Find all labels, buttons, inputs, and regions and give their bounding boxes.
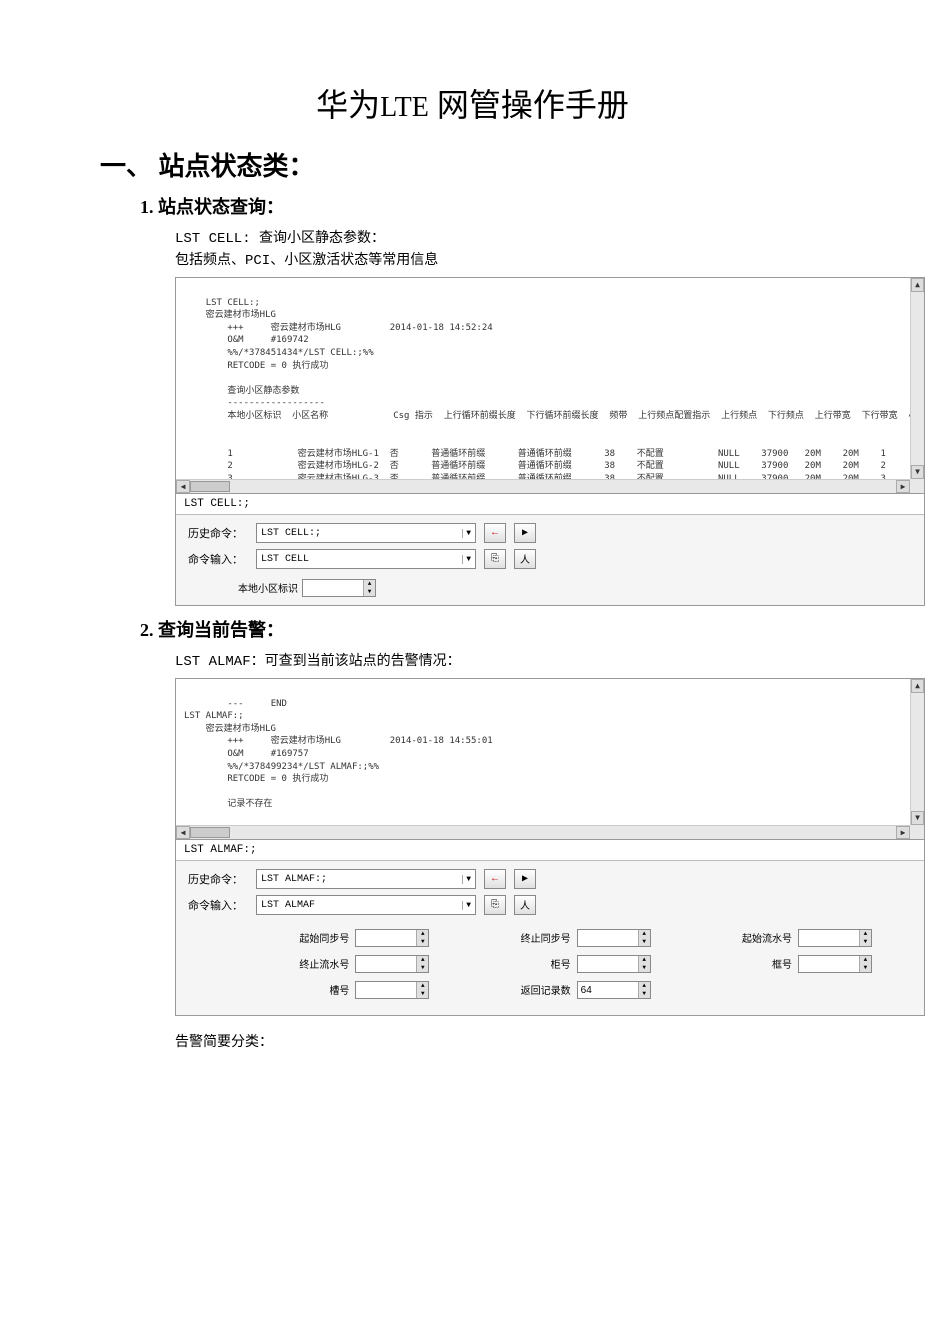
- param-start-serial-label: 起始流水号: [732, 930, 792, 946]
- param-cabinet-label: 柜号: [511, 956, 571, 972]
- history-combobox[interactable]: LST CELL:; ▼: [256, 523, 476, 543]
- command-echo-bar: LST CELL:;: [176, 493, 924, 514]
- param-local-cell-id-input[interactable]: ▲▼: [302, 579, 376, 597]
- horizontal-scrollbar[interactable]: [176, 479, 910, 493]
- title-lte: LTE: [380, 92, 429, 123]
- title-prefix: 华为: [316, 87, 380, 123]
- param-slot-label: 槽号: [289, 982, 349, 998]
- section-1-heading: 一、 站点状态类：: [100, 146, 885, 183]
- subsection-2-heading: 2. 查询当前告警：: [140, 616, 885, 642]
- history-label-2: 历史命令：: [188, 871, 248, 887]
- param-cabinet-input[interactable]: ▲▼: [577, 955, 651, 973]
- chevron-down-icon: ▼: [462, 555, 471, 564]
- param-slot-input[interactable]: ▲▼: [355, 981, 429, 999]
- sub2-desc-line1: LST ALMAF：可查到当前该站点的告警情况：: [175, 650, 885, 670]
- chevron-down-icon: ▼: [462, 901, 471, 910]
- chevron-down-icon: ▼: [462, 875, 471, 884]
- vertical-scrollbar[interactable]: [910, 679, 924, 825]
- document-title: 华为LTE 网管操作手册: [60, 80, 885, 126]
- param-start-serial-input[interactable]: ▲▼: [798, 929, 872, 947]
- history-prev-button[interactable]: ←: [484, 523, 506, 543]
- history-next-button[interactable]: ▶: [514, 523, 536, 543]
- assist-button-2[interactable]: 人: [514, 895, 536, 915]
- title-suffix: 网管操作手册: [429, 87, 629, 123]
- param-return-count-label: 返回记录数: [511, 982, 571, 998]
- param-local-cell-id-label: 本地小区标识: [238, 580, 298, 596]
- execute-button-2[interactable]: ⎘: [484, 895, 506, 915]
- execute-button[interactable]: ⎘: [484, 549, 506, 569]
- param-end-serial-label: 终止流水号: [289, 956, 349, 972]
- input-row-2: 命令输入： LST ALMAF ▼ ⎘ 人: [188, 895, 912, 915]
- input-row: 命令输入： LST CELL ▼ ⎘ 人: [188, 549, 912, 569]
- param-end-sync-input[interactable]: ▲▼: [577, 929, 651, 947]
- history-next-button-2[interactable]: ▶: [514, 869, 536, 889]
- param-grid: 起始同步号 ▲▼ 终止同步号 ▲▼ 起始流水号 ▲▼ 终止流水号 ▲▼ 柜号 ▲…: [188, 921, 912, 1007]
- sub1-desc-line1: LST CELL: 查询小区静态参数：: [175, 227, 885, 247]
- assist-button[interactable]: 人: [514, 549, 536, 569]
- param-start-sync-label: 起始同步号: [289, 930, 349, 946]
- table-row-2: 2 密云建材市场HLG-2 否 普通循环前缀 普通循环前缀 38 不配置 NUL…: [184, 461, 886, 471]
- param-start-sync-input[interactable]: ▲▼: [355, 929, 429, 947]
- param-end-serial-input[interactable]: ▲▼: [355, 955, 429, 973]
- horizontal-scrollbar[interactable]: [176, 825, 910, 839]
- history-prev-button-2[interactable]: ←: [484, 869, 506, 889]
- command-input-panel-1: 历史命令： LST CELL:; ▼ ← ▶ 命令输入： LST CELL ▼ …: [176, 514, 924, 605]
- spinner-icon[interactable]: ▲▼: [363, 580, 375, 596]
- input-label: 命令输入：: [188, 551, 248, 567]
- vertical-scrollbar[interactable]: [910, 278, 924, 479]
- command-input-panel-2: 历史命令： LST ALMAF:; ▼ ← ▶ 命令输入： LST ALMAF …: [176, 860, 924, 1015]
- command-echo-bar-2: LST ALMAF:;: [176, 839, 924, 860]
- sub1-desc-line2: 包括频点、PCI、小区激活状态等常用信息: [175, 249, 885, 269]
- history-label: 历史命令：: [188, 525, 248, 541]
- history-combobox-2[interactable]: LST ALMAF:; ▼: [256, 869, 476, 889]
- console-text-2: --- END LST ALMAF:; 密云建材市场HLG +++ 密云建材市场…: [184, 699, 493, 835]
- console-header-text: LST CELL:; 密云建材市场HLG +++ 密云建材市场HLG 2014-…: [184, 298, 924, 421]
- alarm-classification-label: 告警简要分类：: [175, 1031, 885, 1051]
- param-return-count-input[interactable]: ▲▼: [577, 981, 651, 999]
- screenshot-lst-cell: LST CELL:; 密云建材市场HLG +++ 密云建材市场HLG 2014-…: [175, 277, 925, 606]
- table-row-1: 1 密云建材市场HLG-1 否 普通循环前缀 普通循环前缀 38 不配置 NUL…: [184, 449, 886, 459]
- console-output-2: --- END LST ALMAF:; 密云建材市场HLG +++ 密云建材市场…: [176, 679, 924, 839]
- console-output-1: LST CELL:; 密云建材市场HLG +++ 密云建材市场HLG 2014-…: [176, 278, 924, 493]
- command-input-combobox-2[interactable]: LST ALMAF ▼: [256, 895, 476, 915]
- subsection-1-heading: 1. 站点状态查询：: [140, 193, 885, 219]
- param-frame-input[interactable]: ▲▼: [798, 955, 872, 973]
- command-input-combobox[interactable]: LST CELL ▼: [256, 549, 476, 569]
- param-frame-label: 框号: [732, 956, 792, 972]
- param-end-sync-label: 终止同步号: [511, 930, 571, 946]
- screenshot-lst-almaf: --- END LST ALMAF:; 密云建材市场HLG +++ 密云建材市场…: [175, 678, 925, 1016]
- param-row-1: 本地小区标识 ▲▼: [188, 579, 912, 597]
- history-row: 历史命令： LST CELL:; ▼ ← ▶: [188, 523, 912, 543]
- history-row-2: 历史命令： LST ALMAF:; ▼ ← ▶: [188, 869, 912, 889]
- chevron-down-icon: ▼: [462, 529, 471, 538]
- input-label-2: 命令输入：: [188, 897, 248, 913]
